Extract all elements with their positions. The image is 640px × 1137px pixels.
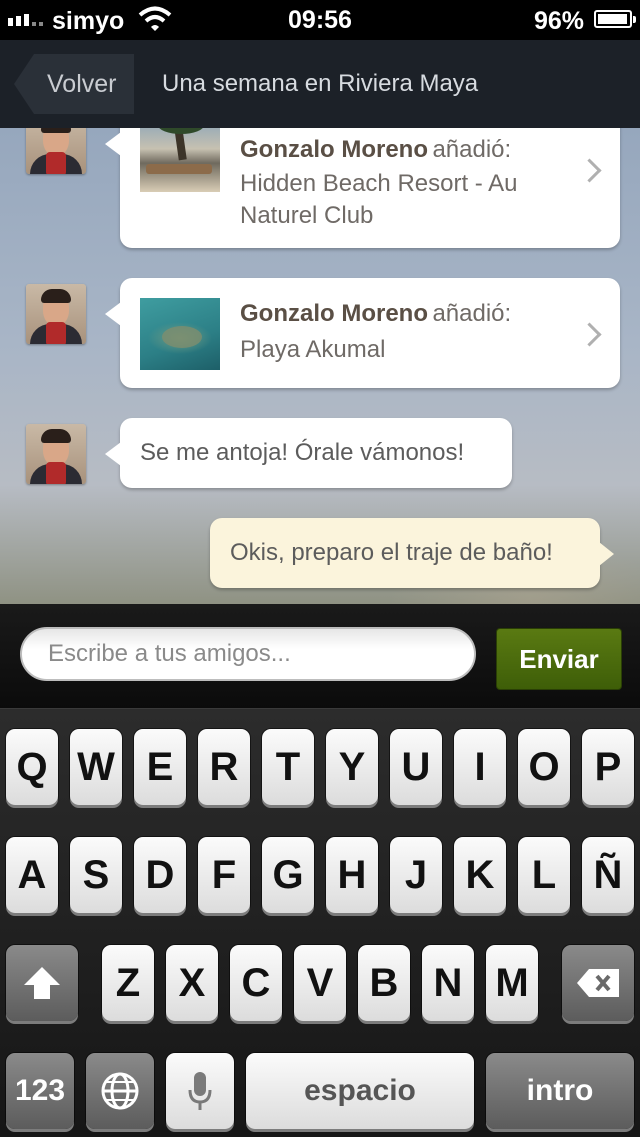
chat-thread[interactable]: Gonzalo Moreno añadió: Hidden Beach Reso… xyxy=(0,128,640,604)
key-k[interactable]: K xyxy=(454,837,506,913)
globe-key[interactable] xyxy=(86,1053,154,1129)
activity-card-hidden-beach[interactable]: Gonzalo Moreno añadió: Hidden Beach Reso… xyxy=(105,128,620,248)
microphone-key[interactable] xyxy=(166,1053,234,1129)
key-r[interactable]: R xyxy=(198,729,250,805)
activity-action: añadió: xyxy=(432,136,512,163)
back-button[interactable]: Volver xyxy=(14,54,134,114)
backspace-icon xyxy=(577,969,619,997)
key-d[interactable]: D xyxy=(134,837,186,913)
message-text: Okis, preparo el traje de baño! xyxy=(230,539,553,566)
battery-percent: 96% xyxy=(533,7,584,35)
key-z[interactable]: Z xyxy=(102,945,154,1021)
avatar[interactable] xyxy=(26,128,86,174)
space-key[interactable]: espacio xyxy=(246,1053,474,1129)
beach-resort-thumbnail xyxy=(140,128,220,192)
key-f[interactable]: F xyxy=(198,837,250,913)
send-button[interactable]: Enviar xyxy=(496,628,622,690)
activity-author: Gonzalo Moreno xyxy=(240,300,428,327)
key-u[interactable]: U xyxy=(390,729,442,805)
navigation-bar: Volver Una semana en Riviera Maya xyxy=(0,40,640,129)
activity-author: Gonzalo Moreno xyxy=(240,136,428,163)
keyboard: QWERTYUIOP ASDFGHJKLÑ ZXCVBNM 123 espaci xyxy=(0,708,640,1137)
battery-icon xyxy=(594,10,636,28)
message-composer: Enviar xyxy=(0,604,640,708)
key-c[interactable]: C xyxy=(230,945,282,1021)
key-e[interactable]: E xyxy=(134,729,186,805)
key-i[interactable]: I xyxy=(454,729,506,805)
underwater-turtle-thumbnail xyxy=(140,298,220,370)
microphone-icon xyxy=(188,1072,212,1110)
message-bubble[interactable]: Se me antoja! Órale vámonos! xyxy=(105,418,512,488)
activity-card-playa-akumal[interactable]: Gonzalo Moreno añadió: Playa Akumal xyxy=(105,278,620,388)
status-bar: simyo 09:56 96% xyxy=(0,0,640,40)
key-m[interactable]: M xyxy=(486,945,538,1021)
page-title: Una semana en Riviera Maya xyxy=(162,70,479,97)
key-p[interactable]: P xyxy=(582,729,634,805)
delete-key[interactable] xyxy=(562,945,634,1021)
chevron-right-icon xyxy=(577,322,602,347)
activity-action: añadió: xyxy=(432,300,512,327)
own-message-bubble[interactable]: Okis, preparo el traje de baño! xyxy=(210,518,614,588)
key-v[interactable]: V xyxy=(294,945,346,1021)
return-key[interactable]: intro xyxy=(486,1053,634,1129)
globe-icon xyxy=(101,1072,139,1110)
key-a[interactable]: A xyxy=(6,837,58,913)
shift-arrow-icon xyxy=(24,967,60,999)
key-t[interactable]: T xyxy=(262,729,314,805)
key-g[interactable]: G xyxy=(262,837,314,913)
key-l[interactable]: L xyxy=(518,837,570,913)
key-j[interactable]: J xyxy=(390,837,442,913)
message-input[interactable] xyxy=(20,627,476,681)
key-q[interactable]: Q xyxy=(6,729,58,805)
message-text: Se me antoja! Órale vámonos! xyxy=(140,439,465,466)
key-y[interactable]: Y xyxy=(326,729,378,805)
key-o[interactable]: O xyxy=(518,729,570,805)
key-b[interactable]: B xyxy=(358,945,410,1021)
activity-place: Playa Akumal xyxy=(240,336,386,363)
key-n[interactable]: N xyxy=(422,945,474,1021)
shift-key[interactable] xyxy=(6,945,78,1021)
activity-place: Hidden Beach Resort - Au Naturel Club xyxy=(240,170,518,229)
chevron-right-icon xyxy=(577,158,602,183)
key-s[interactable]: S xyxy=(70,837,122,913)
numbers-key[interactable]: 123 xyxy=(6,1053,74,1129)
key-ñ[interactable]: Ñ xyxy=(582,837,634,913)
key-w[interactable]: W xyxy=(70,729,122,805)
back-button-label: Volver xyxy=(47,69,117,98)
avatar[interactable] xyxy=(26,424,86,484)
key-h[interactable]: H xyxy=(326,837,378,913)
avatar[interactable] xyxy=(26,284,86,344)
key-x[interactable]: X xyxy=(166,945,218,1021)
